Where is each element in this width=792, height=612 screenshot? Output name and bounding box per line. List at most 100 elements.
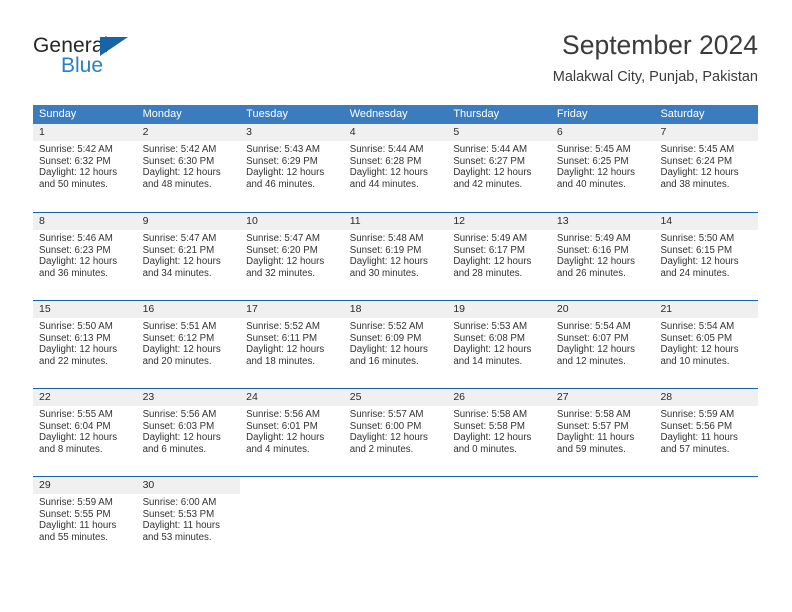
daylight-text-line2: and 55 minutes.	[39, 532, 108, 544]
sunrise-text: Sunrise: 5:49 AM	[453, 233, 528, 244]
sunrise-text: Sunrise: 5:49 AM	[556, 233, 631, 244]
day-cell[interactable]: 22 Sunrise: 5:55 AM Sunset: 6:04 PM Dayligh…	[33, 389, 137, 476]
day-cell-empty	[447, 477, 551, 564]
day-number-band: 22	[33, 389, 137, 406]
weekday-header-wednesday: Wednesday	[349, 108, 408, 120]
sunrise-text: Sunrise: 5:44 AM	[349, 144, 424, 155]
sunrise-text: Sunrise: 5:53 AM	[453, 321, 528, 332]
day-cell[interactable]: 29 Sunrise: 5:59 AM Sunset: 5:55 PM Dayligh…	[33, 477, 137, 564]
general-blue-logo[interactable]: General Blue	[33, 34, 233, 84]
day-cell[interactable]: 15 Sunrise: 5:50 AM Sunset: 6:13 PM Dayligh…	[33, 301, 137, 388]
day-number: 27	[556, 391, 569, 403]
day-cell[interactable]: 18 Sunrise: 5:52 AM Sunset: 6:09 PM Dayligh…	[343, 301, 448, 388]
day-cell[interactable]: 19 Sunrise: 5:53 AM Sunset: 6:08 PM Dayligh…	[447, 301, 551, 388]
sunrise-text: Sunrise: 5:50 AM	[660, 233, 735, 244]
day-info: Sunrise: 5:54 AM Sunset: 6:07 PM Daylight:…	[551, 318, 655, 368]
day-cell[interactable]: 8 Sunrise: 5:46 AM Sunset: 6:23 PM Daylight…	[33, 213, 137, 300]
sunrise-text: Sunrise: 5:45 AM	[660, 144, 735, 155]
day-cell[interactable]: 30 Sunrise: 6:00 AM Sunset: 5:53 PM Dayligh…	[136, 477, 241, 564]
sunset-text: Sunset: 6:00 PM	[349, 420, 422, 432]
day-info: Sunrise: 5:56 AM Sunset: 6:03 PM Daylight:…	[137, 406, 241, 456]
day-number-band	[654, 477, 758, 494]
day-info: Sunrise: 5:55 AM Sunset: 6:04 PM Daylight:…	[33, 406, 137, 456]
day-cell[interactable]: 13 Sunrise: 5:49 AM Sunset: 6:16 PM Dayligh…	[550, 213, 655, 300]
sunset-text: Sunset: 6:32 PM	[39, 155, 111, 167]
day-cell[interactable]: 1 Sunrise: 5:42 AM Sunset: 6:32 PM Daylight…	[33, 124, 137, 212]
sunrise-text: Sunrise: 5:52 AM	[246, 321, 320, 332]
day-info: Sunrise: 5:58 AM Sunset: 5:57 PM Daylight:…	[551, 406, 655, 456]
day-cell[interactable]: 10 Sunrise: 5:47 AM Sunset: 6:20 PM Dayligh…	[240, 213, 344, 300]
day-cell[interactable]: 9 Sunrise: 5:47 AM Sunset: 6:21 PM Daylight…	[136, 213, 241, 300]
day-number-band: 23	[136, 389, 241, 406]
day-number: 6	[556, 126, 563, 138]
page-subtitle: Malakwal City, Punjab, Pakistan	[552, 69, 758, 85]
daylight-text-line1: Daylight: 12 hours	[453, 256, 532, 268]
daylight-text-line1: Daylight: 11 hours	[556, 432, 635, 444]
day-number-band: 24	[240, 389, 344, 406]
day-cell[interactable]: 26 Sunrise: 5:58 AM Sunset: 5:58 PM Dayligh…	[447, 389, 551, 476]
daylight-text-line2: and 22 minutes.	[39, 356, 108, 368]
day-cell[interactable]: 14 Sunrise: 5:50 AM Sunset: 6:15 PM Dayligh…	[654, 213, 759, 300]
day-info: Sunrise: 5:53 AM Sunset: 6:08 PM Daylight:…	[447, 318, 551, 368]
daylight-text-line1: Daylight: 12 hours	[556, 344, 635, 356]
day-cell[interactable]: 20 Sunrise: 5:54 AM Sunset: 6:07 PM Dayligh…	[550, 301, 655, 388]
day-number: 24	[246, 391, 258, 403]
day-cell[interactable]: 28 Sunrise: 5:59 AM Sunset: 5:56 PM Dayligh…	[654, 389, 759, 476]
day-cell[interactable]: 12 Sunrise: 5:49 AM Sunset: 6:17 PM Dayligh…	[447, 213, 551, 300]
sunset-text: Sunset: 6:08 PM	[453, 332, 525, 344]
daylight-text-line1: Daylight: 12 hours	[556, 256, 635, 268]
day-info: Sunrise: 5:44 AM Sunset: 6:28 PM Daylight:…	[344, 141, 448, 191]
day-info: Sunrise: 5:48 AM Sunset: 6:19 PM Daylight:…	[344, 230, 448, 280]
daylight-text-line2: and 44 minutes.	[349, 179, 419, 191]
sunset-text: Sunset: 5:53 PM	[142, 508, 215, 520]
day-cell[interactable]: 5 Sunrise: 5:44 AM Sunset: 6:27 PM Daylight…	[447, 124, 551, 212]
day-cell[interactable]: 27 Sunrise: 5:58 AM Sunset: 5:57 PM Dayligh…	[550, 389, 655, 476]
day-cell[interactable]: 17 Sunrise: 5:52 AM Sunset: 6:11 PM Dayligh…	[240, 301, 344, 388]
calendar-week-row: 8 Sunrise: 5:46 AM Sunset: 6:23 PM Daylight…	[33, 212, 759, 300]
sunrise-text: Sunrise: 5:58 AM	[556, 409, 631, 420]
day-info: Sunrise: 5:42 AM Sunset: 6:32 PM Daylight:…	[33, 141, 137, 191]
day-cell[interactable]: 16 Sunrise: 5:51 AM Sunset: 6:12 PM Dayligh…	[136, 301, 241, 388]
day-number-band: 10	[240, 213, 344, 230]
day-cell[interactable]: 4 Sunrise: 5:44 AM Sunset: 6:28 PM Daylight…	[343, 124, 448, 212]
sunset-text: Sunset: 6:24 PM	[660, 155, 733, 167]
weekday-header-saturday: Saturday	[660, 108, 705, 120]
day-number: 2	[142, 126, 149, 138]
daylight-text-line2: and 6 minutes.	[142, 444, 207, 456]
calendar-weeks: 1 Sunrise: 5:42 AM Sunset: 6:32 PM Daylight…	[33, 124, 759, 564]
day-number-band: 21	[654, 301, 759, 318]
daylight-text-line1: Daylight: 12 hours	[349, 167, 428, 179]
day-number-band: 8	[33, 213, 137, 230]
day-cell[interactable]: 25 Sunrise: 5:57 AM Sunset: 6:00 PM Dayligh…	[343, 389, 448, 476]
day-number: 25	[349, 391, 362, 403]
day-number: 21	[660, 303, 673, 315]
day-info: Sunrise: 6:00 AM Sunset: 5:53 PM Daylight:…	[137, 494, 241, 544]
day-info: Sunrise: 5:59 AM Sunset: 5:56 PM Daylight:…	[654, 406, 758, 456]
day-cell[interactable]: 7 Sunrise: 5:45 AM Sunset: 6:24 PM Daylight…	[654, 124, 759, 212]
day-cell[interactable]: 21 Sunrise: 5:54 AM Sunset: 6:05 PM Dayligh…	[654, 301, 759, 388]
daylight-text-line2: and 12 minutes.	[556, 356, 626, 368]
day-cell[interactable]: 23 Sunrise: 5:56 AM Sunset: 6:03 PM Dayligh…	[136, 389, 241, 476]
day-cell[interactable]: 11 Sunrise: 5:48 AM Sunset: 6:19 PM Dayligh…	[343, 213, 448, 300]
daylight-text-line1: Daylight: 12 hours	[246, 432, 325, 444]
page-header: General Blue September 2024 Malakwal Cit…	[33, 28, 758, 96]
daylight-text-line2: and 14 minutes.	[453, 356, 523, 368]
day-number-band: 5	[447, 124, 551, 141]
day-cell[interactable]: 24 Sunrise: 5:56 AM Sunset: 6:01 PM Dayligh…	[240, 389, 344, 476]
day-cell-empty	[240, 477, 344, 564]
day-cell[interactable]: 2 Sunrise: 5:42 AM Sunset: 6:30 PM Daylight…	[136, 124, 241, 212]
sunset-text: Sunset: 6:12 PM	[142, 332, 215, 344]
sunrise-text: Sunrise: 5:54 AM	[660, 321, 735, 332]
day-cell-empty	[654, 477, 759, 564]
daylight-text-line2: and 46 minutes.	[246, 179, 316, 191]
sunrise-text: Sunrise: 5:45 AM	[556, 144, 631, 155]
day-number-band: 1	[33, 124, 137, 141]
daylight-text-line1: Daylight: 12 hours	[142, 432, 221, 444]
weekday-header-sunday: Sunday	[39, 108, 77, 120]
day-cell[interactable]: 3 Sunrise: 5:43 AM Sunset: 6:29 PM Daylight…	[240, 124, 344, 212]
calendar-week-row: 15 Sunrise: 5:50 AM Sunset: 6:13 PM Dayligh…	[33, 300, 759, 388]
day-cell[interactable]: 6 Sunrise: 5:45 AM Sunset: 6:25 PM Daylight…	[550, 124, 655, 212]
day-info: Sunrise: 5:45 AM Sunset: 6:24 PM Daylight:…	[654, 141, 758, 191]
daylight-text-line1: Daylight: 12 hours	[39, 167, 118, 179]
day-info: Sunrise: 5:51 AM Sunset: 6:12 PM Daylight:…	[137, 318, 241, 368]
